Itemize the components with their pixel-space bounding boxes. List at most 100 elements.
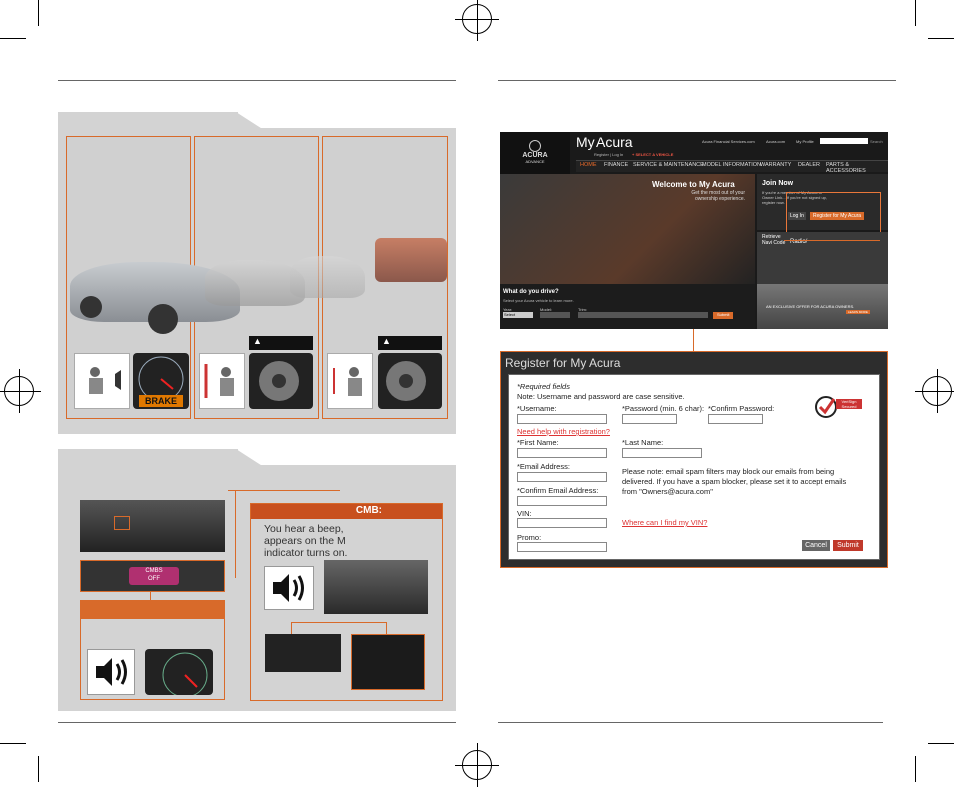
callout-line	[291, 622, 387, 634]
registration-mark	[455, 743, 499, 787]
top-link-profile[interactable]: My Profile	[796, 139, 814, 144]
seatbelt-retract-icon	[327, 353, 373, 409]
speaker-icon	[264, 566, 314, 610]
header-rule-left	[58, 80, 456, 81]
password-field[interactable]	[622, 414, 677, 424]
verisign-badge: VeriSign Secured	[814, 391, 862, 423]
cancel-button[interactable]: Cancel	[802, 540, 830, 551]
promo-label: Promo:	[517, 533, 542, 542]
cmb-info-box: CMB: You hear a beep, appears on the M i…	[250, 503, 443, 701]
nav-service[interactable]: SERVICE & MAINTENANCE	[633, 162, 704, 168]
search-link[interactable]: Search	[870, 139, 883, 144]
callout-connector	[784, 240, 880, 241]
truck-image	[375, 238, 447, 282]
model-select[interactable]	[540, 312, 570, 318]
case-note: Note: Username and password are case sen…	[517, 392, 685, 401]
welcome-subtitle: Get the most out of your ownership exper…	[691, 190, 745, 202]
brake-warning-gauge-icon: BRAKE	[133, 353, 189, 409]
crop-mark	[928, 743, 954, 744]
acura-logo[interactable]: ACURA ADVANCE	[500, 132, 570, 174]
crop-mark	[0, 38, 26, 39]
header-sub-links[interactable]: Register | Log In	[594, 152, 623, 157]
nav-finance[interactable]: FINANCE	[604, 162, 628, 168]
checkmark-icon	[815, 396, 837, 418]
retrieve-text: Retrieve Navi Code	[762, 234, 786, 246]
last-name-field[interactable]	[622, 448, 702, 458]
brake-indicator-header: ▲	[378, 336, 442, 350]
cmb-header-text: CMB:	[355, 505, 382, 516]
select-vehicle-text: Select your Acura vehicle to learn more.	[503, 298, 574, 303]
beep-info-box	[80, 600, 225, 700]
brand-acura: Acura	[596, 134, 633, 150]
footer-rule-left	[58, 722, 456, 723]
gauge-photo	[145, 649, 213, 695]
nav-warranty[interactable]: WARRANTY	[760, 162, 791, 168]
crop-mark	[38, 756, 39, 782]
offer-text: AN EXCLUSIVE OFFER FOR ACURA OWNERS.	[766, 304, 855, 309]
cmb-header: CMB:	[251, 504, 442, 519]
email-field[interactable]	[517, 472, 607, 482]
form-title: Register for My Acura	[505, 356, 621, 370]
brand-my: My	[576, 134, 595, 150]
confirm-password-label: *Confirm Password:	[708, 404, 775, 413]
search-input[interactable]	[820, 138, 868, 144]
first-name-field[interactable]	[517, 448, 607, 458]
registration-mark	[915, 369, 954, 413]
confirm-email-field[interactable]	[517, 496, 607, 506]
password-label: *Password (min. 6 char):	[622, 404, 705, 413]
help-link[interactable]: Need help with registration?	[517, 427, 610, 436]
brake-indicator-header: ▲	[249, 336, 313, 350]
what-drive-title: What do you drive?	[503, 289, 559, 295]
username-field[interactable]	[517, 414, 607, 424]
registration-form-window: Register for My Acura *Required fields N…	[500, 351, 888, 568]
confirm-password-field[interactable]	[708, 414, 763, 424]
interior-photo	[324, 560, 428, 614]
upper-tab-slope	[236, 112, 264, 130]
welcome-title: Welcome to My Acura	[652, 180, 735, 189]
callout-line	[236, 490, 340, 491]
indicator-photo	[351, 634, 425, 690]
top-link-financial[interactable]: Acura Financial Services.com	[702, 139, 755, 144]
cmb-description: You hear a beep, appears on the M indica…	[264, 523, 348, 559]
last-name-label: *Last Name:	[622, 438, 664, 447]
drive-submit-button[interactable]: Submit	[713, 312, 734, 319]
beep-info-header	[81, 601, 224, 619]
trim-select[interactable]	[578, 312, 708, 318]
year-select[interactable]: Select	[503, 312, 533, 318]
registration-mark	[455, 0, 499, 41]
lower-tab-slope	[236, 449, 264, 467]
logo-text: ACURA	[522, 152, 548, 159]
join-title: Join Now	[762, 180, 794, 187]
header-rule-right	[498, 80, 896, 81]
select-vehicle-link[interactable]: + SELECT A VEHICLE	[632, 152, 673, 157]
confirm-email-label: *Confirm Email Address:	[517, 486, 599, 495]
crop-mark	[0, 743, 26, 744]
crop-mark	[928, 38, 954, 39]
brake-rotor-icon	[378, 353, 442, 409]
footer-rule-right	[498, 722, 883, 723]
vin-field[interactable]	[517, 518, 607, 528]
top-link-acura[interactable]: Acura.com	[766, 139, 785, 144]
first-name-label: *First Name:	[517, 438, 559, 447]
required-note: *Required fields	[517, 382, 570, 391]
nav-parts[interactable]: PARTS & ACCESSORIES	[826, 162, 888, 174]
submit-button[interactable]: Submit	[833, 540, 863, 551]
logo-mark-icon	[529, 140, 541, 152]
crop-mark	[915, 756, 916, 782]
lower-panel-tab	[58, 449, 238, 467]
callout-connector	[693, 329, 694, 351]
vin-help-link[interactable]: Where can I find my VIN?	[622, 518, 707, 527]
car-wheel	[80, 296, 102, 318]
nav-home[interactable]: HOME	[580, 162, 597, 168]
learn-more-link[interactable]: LEARN MORE	[846, 310, 870, 314]
email-spam-note: Please note: email spam filters may bloc…	[622, 467, 847, 496]
verisign-text: VeriSign Secured	[836, 399, 862, 409]
registration-form: *Required fields Note: Username and pass…	[508, 374, 880, 560]
dashboard-highlight	[114, 516, 130, 530]
brake-label: BRAKE	[139, 395, 183, 407]
logo-subtext: ADVANCE	[525, 159, 545, 164]
nav-model-info[interactable]: MODEL INFORMATION	[702, 162, 761, 168]
promo-field[interactable]	[517, 542, 607, 552]
message-display-box	[265, 634, 341, 672]
nav-dealer[interactable]: DEALER	[798, 162, 820, 168]
